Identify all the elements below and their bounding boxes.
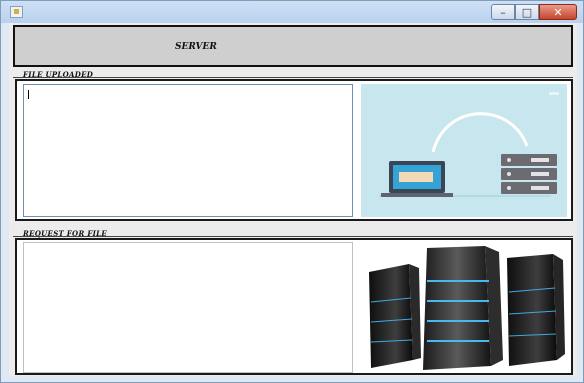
section-divider-2 — [13, 236, 573, 237]
minimize-button[interactable]: – — [491, 4, 515, 20]
server-rack-svg — [369, 246, 565, 370]
app-window: – □ ✕ SERVER FILE UPLOADED REQUEST FOR F… — [0, 0, 584, 383]
app-icon — [10, 6, 23, 18]
request-for-file-textarea[interactable] — [23, 242, 353, 373]
transfer-illustration — [361, 84, 567, 217]
header-panel: SERVER — [13, 25, 573, 67]
text-caret — [28, 90, 29, 99]
file-uploaded-textarea[interactable] — [23, 84, 353, 217]
transfer-illustration-svg — [361, 84, 567, 217]
title-bar[interactable]: – □ ✕ — [1, 1, 583, 23]
section-divider — [13, 77, 573, 78]
request-for-file-panel — [15, 238, 573, 375]
maximize-button[interactable]: □ — [515, 4, 539, 20]
header-title: SERVER — [175, 42, 217, 52]
close-button[interactable]: ✕ — [539, 4, 577, 20]
server-rack-image — [357, 242, 569, 373]
content-pane: SERVER FILE UPLOADED REQUEST FOR FILE — [9, 23, 577, 376]
window-controls: – □ ✕ — [491, 4, 577, 20]
file-uploaded-panel — [15, 79, 573, 221]
